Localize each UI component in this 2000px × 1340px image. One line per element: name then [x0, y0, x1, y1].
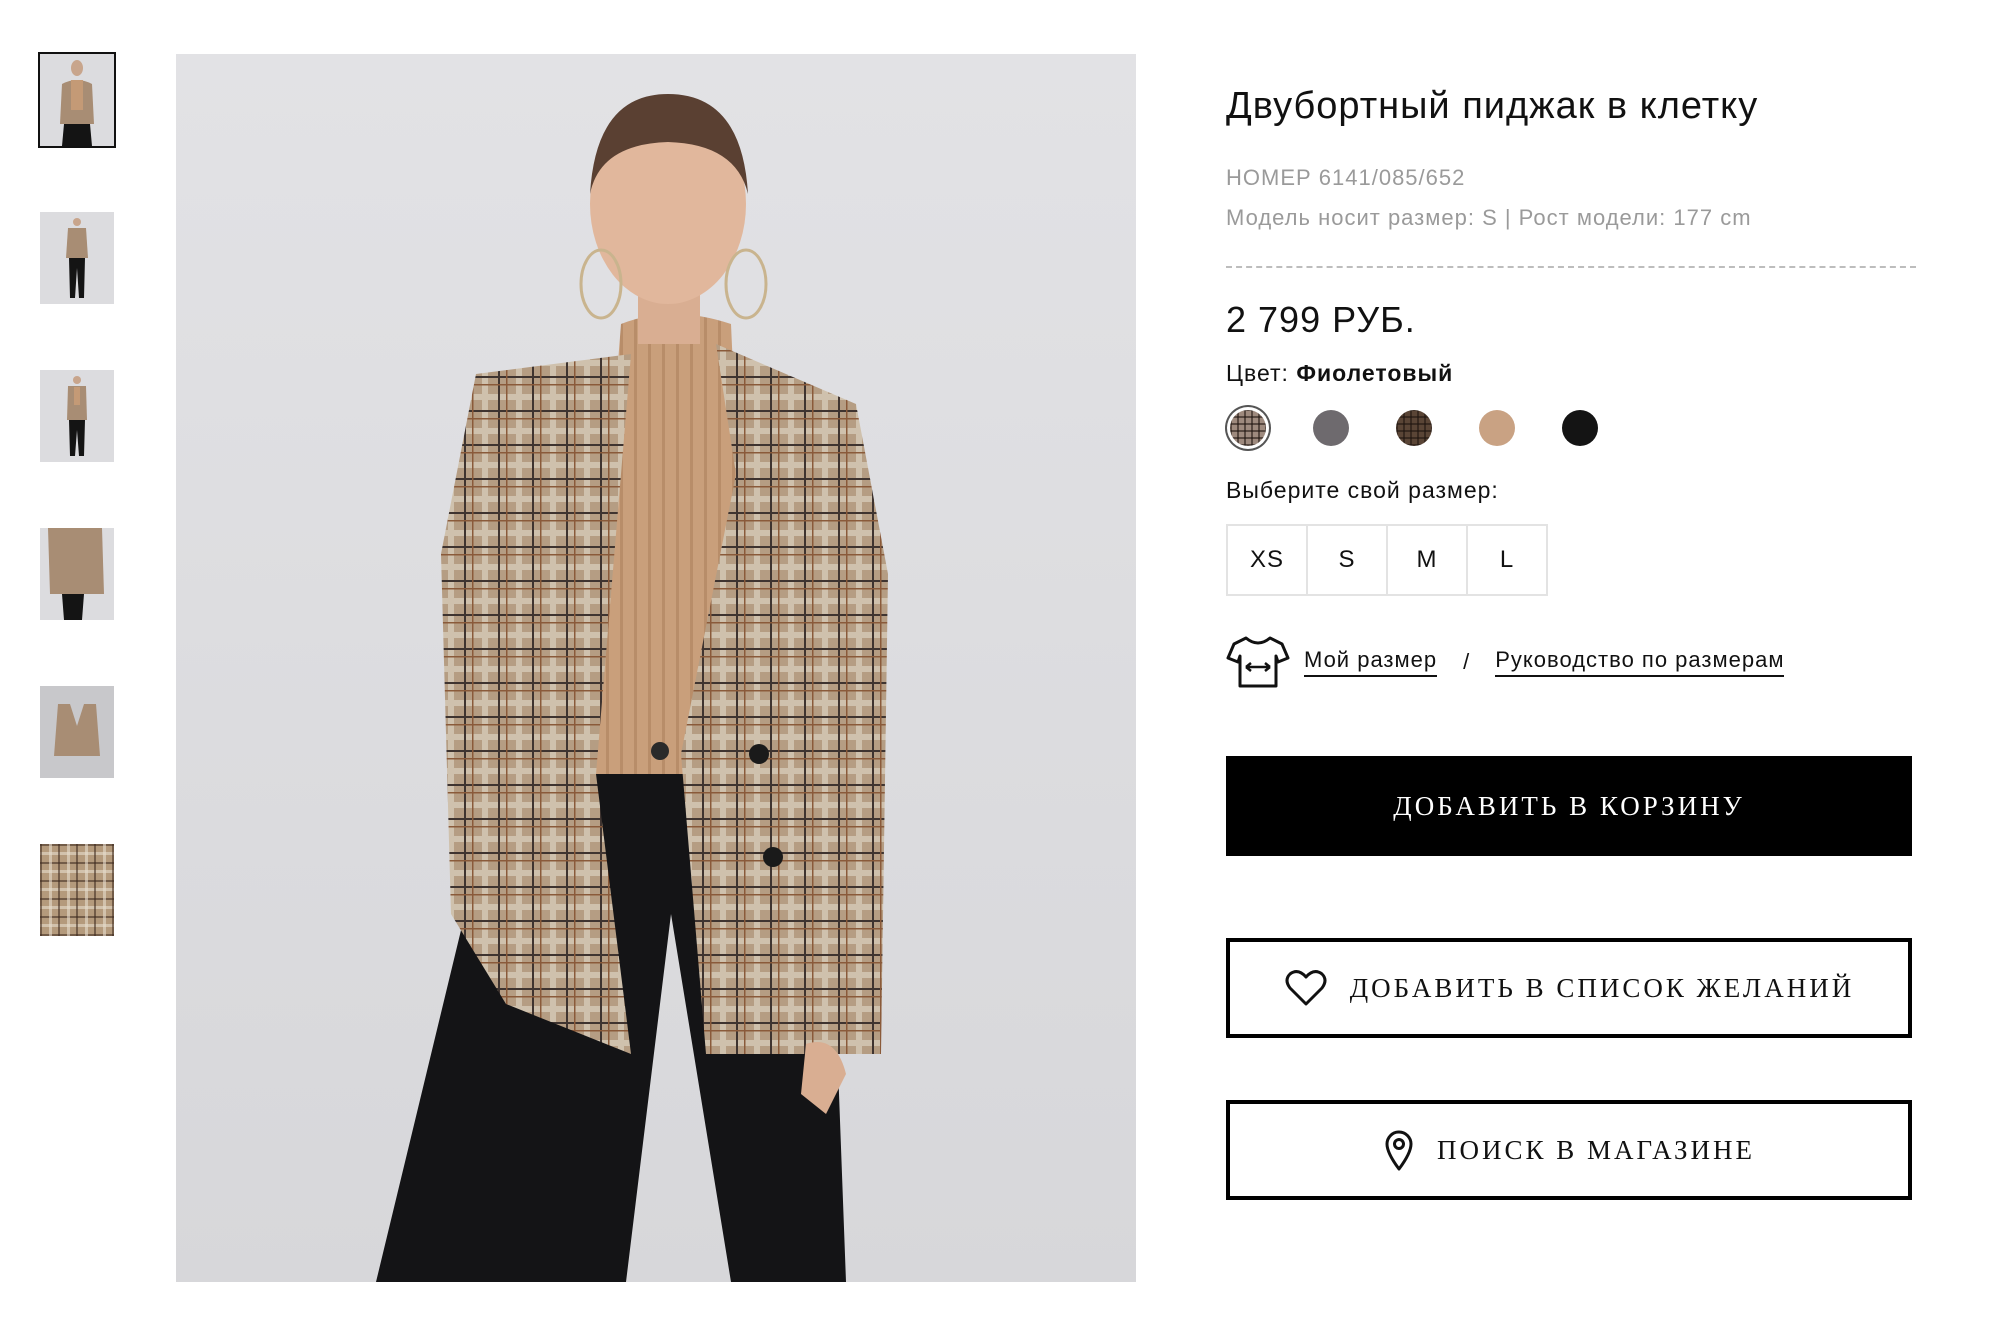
- location-pin-icon: [1383, 1129, 1415, 1171]
- add-to-cart-button[interactable]: ДОБАВИТЬ В КОРЗИНУ: [1226, 756, 1912, 856]
- find-in-store-button[interactable]: ПОИСК В МАГАЗИНЕ: [1226, 1100, 1912, 1200]
- add-to-cart-label: ДОБАВИТЬ В КОРЗИНУ: [1393, 790, 1745, 821]
- product-price: 2 799 РУБ.: [1226, 299, 1416, 340]
- swatch-plaid-brown[interactable]: [1396, 410, 1432, 446]
- model-info: Модель носит размер: S | Рост модели: 17…: [1226, 205, 1752, 230]
- link-separator: /: [1463, 649, 1470, 674]
- thumbnail-4-image: [40, 528, 114, 620]
- swatch-camel[interactable]: [1479, 410, 1515, 446]
- thumbnail-1-image: [40, 54, 114, 146]
- size-option-xs[interactable]: XS: [1226, 524, 1308, 596]
- product-number: НОМЕР 6141/085/652: [1226, 165, 1466, 190]
- color-swatches: [1226, 407, 1916, 449]
- size-label: Выберите свой размер:: [1226, 477, 1499, 503]
- size-option-m[interactable]: M: [1386, 524, 1468, 596]
- thumbnail-4[interactable]: [40, 528, 114, 620]
- divider: [1226, 266, 1916, 268]
- model-illustration: [376, 94, 888, 1282]
- add-to-wishlist-label: ДОБАВИТЬ В СПИСОК ЖЕЛАНИЙ: [1349, 972, 1855, 1003]
- product-info-panel: Двубортный пиджак в клетку НОМЕР 6141/08…: [1226, 80, 1916, 1200]
- swatch-plaid-beige[interactable]: [1230, 410, 1266, 446]
- thumbnail-2[interactable]: [40, 212, 114, 304]
- product-title: Двубортный пиджак в клетку: [1226, 85, 1759, 127]
- swatch-black[interactable]: [1562, 410, 1598, 446]
- thumbnail-1[interactable]: [38, 52, 116, 148]
- size-links: Мой размер / Руководство по размерам: [1226, 634, 1916, 690]
- color-label: Цвет:: [1226, 360, 1297, 386]
- size-option-l[interactable]: L: [1466, 524, 1548, 596]
- color-value: Фиолетовый: [1296, 360, 1454, 386]
- tshirt-icon: [1226, 636, 1290, 688]
- find-in-store-label: ПОИСК В МАГАЗИНЕ: [1436, 1134, 1756, 1165]
- swatch-grey[interactable]: [1313, 410, 1349, 446]
- size-option-s[interactable]: S: [1306, 524, 1388, 596]
- size-selector: XS S M L: [1226, 524, 1916, 596]
- color-row: Цвет: Фиолетовый: [1226, 360, 1916, 387]
- thumbnail-6[interactable]: [40, 844, 114, 936]
- thumbnail-3-image: [40, 370, 114, 462]
- heart-icon: [1284, 968, 1328, 1008]
- thumbnail-5-image: [40, 686, 114, 778]
- add-to-wishlist-button[interactable]: ДОБАВИТЬ В СПИСОК ЖЕЛАНИЙ: [1226, 938, 1912, 1038]
- thumbnail-3[interactable]: [40, 370, 114, 462]
- size-guide-link[interactable]: Руководство по размерам: [1495, 647, 1785, 677]
- my-size-link[interactable]: Мой размер: [1304, 647, 1438, 677]
- thumbnail-5[interactable]: [40, 686, 114, 778]
- main-product-image: [176, 54, 1136, 1282]
- thumbnail-2-image: [40, 212, 114, 304]
